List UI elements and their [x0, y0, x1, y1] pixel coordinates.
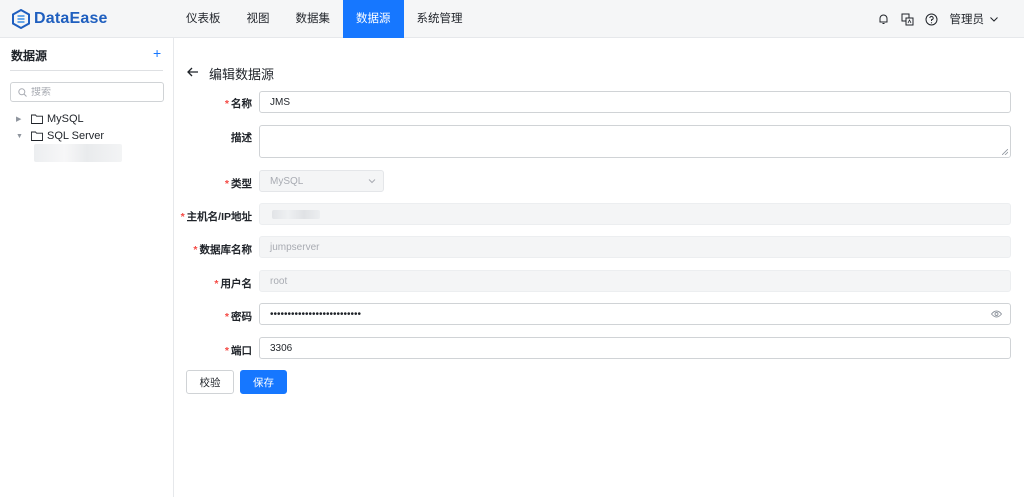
- port-label-text: 端口: [231, 345, 252, 357]
- help-icon[interactable]: [924, 11, 940, 27]
- database-field: jumpserver: [259, 236, 1011, 258]
- description-label-text: 描述: [231, 132, 252, 144]
- database-label-text: 数据库名称: [199, 244, 253, 256]
- redacted-host-value: [272, 209, 320, 219]
- tree-item-sqlserver[interactable]: ▼ SQL Server: [16, 128, 104, 144]
- password-field[interactable]: ••••••••••••••••••••••••••: [259, 303, 1011, 325]
- sidebar-search-box[interactable]: [10, 82, 164, 102]
- required-marker: *: [224, 345, 229, 357]
- top-navigation-bar: DataEase 仪表板 视图 数据集 数据源 系统管理 管理员: [0, 0, 1024, 38]
- edit-datasource-panel: 编辑数据源 * 名称 JMS 描述 * 类型 MySQL * 主机名/IP地址 * 数据…: [174, 38, 1024, 497]
- name-field[interactable]: JMS: [259, 91, 1011, 113]
- password-value: ••••••••••••••••••••••••••: [270, 308, 362, 320]
- folder-icon: [31, 114, 43, 124]
- name-value: JMS: [270, 96, 290, 108]
- database-label: * 数据库名称: [193, 242, 252, 257]
- required-marker: *: [224, 98, 229, 110]
- brand-logo[interactable]: DataEase: [12, 8, 108, 30]
- port-field[interactable]: 3306: [259, 337, 1011, 359]
- required-marker: *: [224, 311, 229, 323]
- sidebar-divider: [10, 70, 163, 71]
- required-marker: *: [214, 278, 219, 290]
- required-marker: *: [180, 211, 185, 223]
- username-label: * 用户名: [214, 276, 252, 291]
- password-label: * 密码: [225, 309, 252, 324]
- username-field: root: [259, 270, 1011, 292]
- resize-grip-icon[interactable]: [1002, 149, 1008, 155]
- required-marker: *: [224, 178, 229, 190]
- tree-item-label: SQL Server: [47, 130, 105, 142]
- search-input[interactable]: [31, 86, 151, 98]
- translate-icon[interactable]: [900, 11, 916, 27]
- username-label-text: 用户名: [220, 278, 253, 290]
- brand-name: DataEase: [34, 10, 108, 27]
- host-label-text: 主机名/IP地址: [186, 211, 252, 223]
- sidebar-title: 数据源: [11, 49, 48, 63]
- host-label: * 主机名/IP地址: [181, 209, 252, 224]
- username-value: root: [270, 275, 288, 287]
- host-field: [259, 203, 1011, 225]
- password-label-text: 密码: [231, 311, 252, 323]
- folder-icon: [31, 131, 43, 141]
- dataease-logo-icon: [12, 9, 30, 29]
- nav-item-dataset[interactable]: 数据集: [283, 0, 344, 38]
- type-value: MySQL: [270, 175, 304, 187]
- notification-icon[interactable]: [876, 11, 892, 27]
- type-label: * 类型: [225, 176, 252, 191]
- main-nav: 仪表板 视图 数据集 数据源 系统管理: [173, 0, 476, 38]
- user-menu[interactable]: 管理员: [950, 11, 999, 27]
- datasource-sidebar: 数据源 + ▶ MySQL ▼ SQL Server: [0, 38, 174, 497]
- nav-item-dashboard[interactable]: 仪表板: [173, 0, 234, 38]
- name-label-text: 名称: [231, 98, 252, 110]
- chevron-down-icon: [990, 16, 998, 22]
- tree-item-mysql[interactable]: ▶ MySQL: [16, 111, 84, 127]
- user-name: 管理员: [949, 14, 985, 26]
- type-select: MySQL: [259, 170, 384, 192]
- name-label: * 名称: [225, 96, 252, 111]
- description-textarea[interactable]: [259, 125, 1011, 158]
- caret-right-icon[interactable]: ▶: [16, 115, 26, 123]
- database-value: jumpserver: [270, 241, 320, 253]
- add-datasource-button[interactable]: +: [153, 45, 161, 61]
- nav-item-datasource[interactable]: 数据源: [343, 0, 404, 38]
- caret-down-icon[interactable]: ▼: [16, 133, 26, 140]
- search-icon: [18, 87, 27, 97]
- description-label: 描述: [231, 130, 252, 145]
- redacted-tree-item: [34, 144, 122, 162]
- nav-item-system-management[interactable]: 系统管理: [404, 0, 476, 38]
- port-value: 3306: [270, 342, 293, 354]
- tree-item-label: MySQL: [47, 113, 84, 125]
- chevron-down-icon: [368, 179, 376, 184]
- type-label-text: 类型: [231, 178, 252, 190]
- required-marker: *: [193, 244, 198, 256]
- arrow-left-icon[interactable]: [187, 65, 199, 80]
- port-label: * 端口: [225, 343, 252, 358]
- validate-button[interactable]: 校验: [186, 370, 234, 394]
- nav-item-view[interactable]: 视图: [234, 0, 283, 38]
- page-title: 编辑数据源: [209, 67, 275, 82]
- save-button[interactable]: 保存: [240, 370, 287, 394]
- header-actions: 管理员: [868, 0, 999, 38]
- eye-icon[interactable]: [991, 310, 1002, 318]
